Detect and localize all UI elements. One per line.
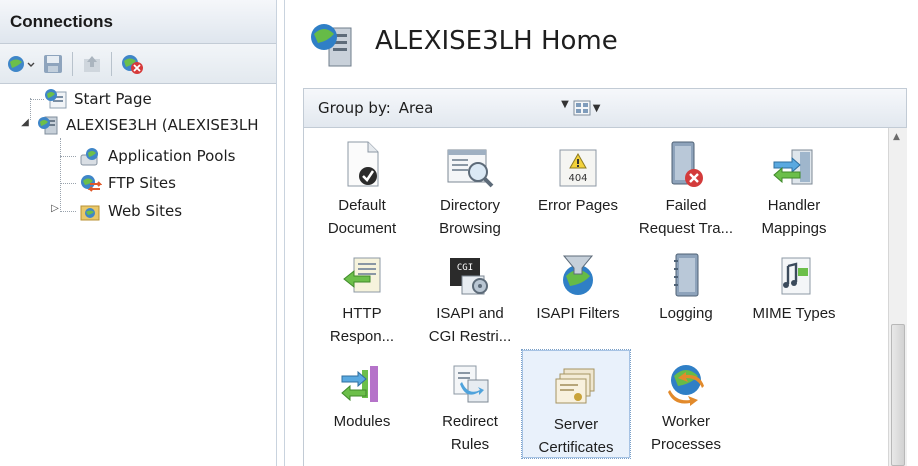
feature-label: Logging	[659, 305, 713, 322]
tree-item-application-pools[interactable]: Application Pools	[78, 143, 235, 169]
feature-label: Error Pages	[537, 197, 619, 214]
isapi-cgi-icon: CGI	[416, 242, 524, 298]
tree-item-web-sites[interactable]: Web Sites	[78, 198, 182, 224]
directory-browsing-icon	[416, 134, 524, 190]
web-sites-icon	[78, 200, 102, 222]
start-page-icon	[44, 88, 68, 110]
tree-item-label: Web Sites	[108, 202, 183, 220]
group-by-select[interactable]: Area ▼	[399, 99, 569, 117]
connections-toolbar	[0, 44, 276, 84]
default-document-icon	[308, 134, 416, 190]
features-view: Default Document Directory Browsing 404 …	[303, 128, 907, 466]
tree-line	[60, 183, 76, 184]
feature-http-response[interactable]: HTTP Respon...	[308, 242, 416, 348]
tree-item-label: ALEXISE3LH (ALEXISE3LH	[66, 116, 259, 134]
view-mode-button[interactable]: ▼	[573, 100, 601, 116]
connections-pane: Connections Start Page ◢ ALEXISE3LH (ALE…	[0, 0, 277, 466]
worker-processes-icon	[632, 350, 740, 406]
feature-default-document[interactable]: Default Document	[308, 134, 416, 240]
feature-label: Server Certificates	[538, 416, 614, 456]
feature-label: Handler Mappings	[761, 197, 827, 237]
tree-line	[30, 99, 44, 100]
feature-label: ISAPI Filters	[536, 305, 620, 322]
app-pool-icon	[78, 145, 102, 167]
connections-title: Connections	[0, 0, 276, 44]
server-home-icon	[307, 20, 359, 74]
ftp-sites-icon	[78, 172, 102, 194]
tree-line	[30, 98, 31, 120]
chevron-down-icon: ▼	[561, 99, 569, 110]
feature-directory-browsing[interactable]: Directory Browsing	[416, 134, 524, 240]
group-by-value: Area	[398, 99, 434, 117]
error-badge: 404	[568, 173, 587, 184]
feature-modules[interactable]: Modules	[308, 350, 416, 433]
expand-arrow-icon[interactable]: ▷	[50, 203, 60, 214]
feature-logging[interactable]: Logging	[632, 242, 740, 325]
feature-error-pages[interactable]: 404 Error Pages	[524, 134, 632, 217]
tree-item-server[interactable]: ALEXISE3LH (ALEXISE3LH	[36, 112, 259, 138]
collapse-arrow-icon[interactable]: ◢	[20, 117, 30, 128]
view-grid-icon	[573, 100, 591, 116]
feature-label: Redirect Rules	[442, 413, 498, 453]
page-title: ALEXISE3LH Home	[375, 26, 618, 56]
group-by-label: Group by:	[318, 99, 391, 117]
handler-mappings-icon	[740, 134, 848, 190]
feature-mime-types[interactable]: MIME Types	[740, 242, 848, 325]
server-certificates-icon	[523, 353, 629, 409]
save-icon[interactable]	[42, 50, 64, 78]
feature-label: HTTP Respon...	[329, 305, 395, 345]
tree-item-start-page[interactable]: Start Page	[44, 86, 152, 112]
vertical-scrollbar[interactable]: ▲	[888, 128, 907, 466]
up-icon[interactable]	[81, 50, 103, 78]
feature-label: Default Document	[327, 197, 397, 237]
feature-label: Directory Browsing	[439, 197, 501, 237]
feature-label: Worker Processes	[650, 413, 722, 453]
server-icon	[36, 114, 60, 136]
home-header: ALEXISE3LH Home	[285, 0, 918, 86]
toolbar-separator	[72, 51, 73, 76]
mime-types-icon	[740, 242, 848, 298]
feature-isapi-filters[interactable]: ISAPI Filters	[524, 242, 632, 325]
feature-label: Failed Request Tra...	[638, 197, 734, 237]
feature-worker-processes[interactable]: Worker Processes	[632, 350, 740, 456]
feature-handler-mappings[interactable]: Handler Mappings	[740, 134, 848, 240]
features-pane: ALEXISE3LH Home Group by: Area ▼ ▼ Defau…	[284, 0, 918, 466]
logging-icon	[632, 242, 740, 298]
disconnect-icon[interactable]	[120, 50, 146, 78]
tree-item-label: Start Page	[74, 90, 152, 108]
scrollbar-thumb[interactable]	[891, 324, 905, 466]
feature-label: MIME Types	[752, 305, 836, 322]
isapi-filters-icon	[524, 242, 632, 298]
http-response-icon	[308, 242, 416, 298]
error-pages-icon: 404	[524, 134, 632, 190]
redirect-rules-icon	[416, 350, 524, 406]
toolbar-separator	[111, 51, 112, 76]
tree-line	[60, 138, 61, 212]
tree-line	[60, 156, 76, 157]
feature-isapi-cgi-restrictions[interactable]: CGI ISAPI and CGI Restri...	[416, 242, 524, 348]
failed-request-icon	[632, 134, 740, 190]
tree-item-label: Application Pools	[108, 147, 236, 165]
tree-line	[60, 211, 76, 212]
feature-failed-request-tracing[interactable]: Failed Request Tra...	[632, 134, 740, 240]
modules-icon	[308, 350, 416, 406]
connect-icon[interactable]	[6, 50, 36, 78]
tree-item-ftp-sites[interactable]: FTP Sites	[78, 170, 176, 196]
scroll-up-icon[interactable]: ▲	[893, 132, 900, 142]
feature-server-certificates[interactable]: Server Certificates	[521, 349, 631, 459]
feature-label: ISAPI and CGI Restri...	[428, 305, 512, 345]
feature-label: Modules	[333, 413, 391, 430]
chevron-down-icon: ▼	[592, 102, 601, 114]
group-by-bar: Group by: Area ▼ ▼	[303, 88, 907, 128]
tree-item-label: FTP Sites	[108, 174, 176, 192]
cgi-badge: CGI	[457, 263, 473, 273]
feature-redirect-rules[interactable]: Redirect Rules	[416, 350, 524, 456]
